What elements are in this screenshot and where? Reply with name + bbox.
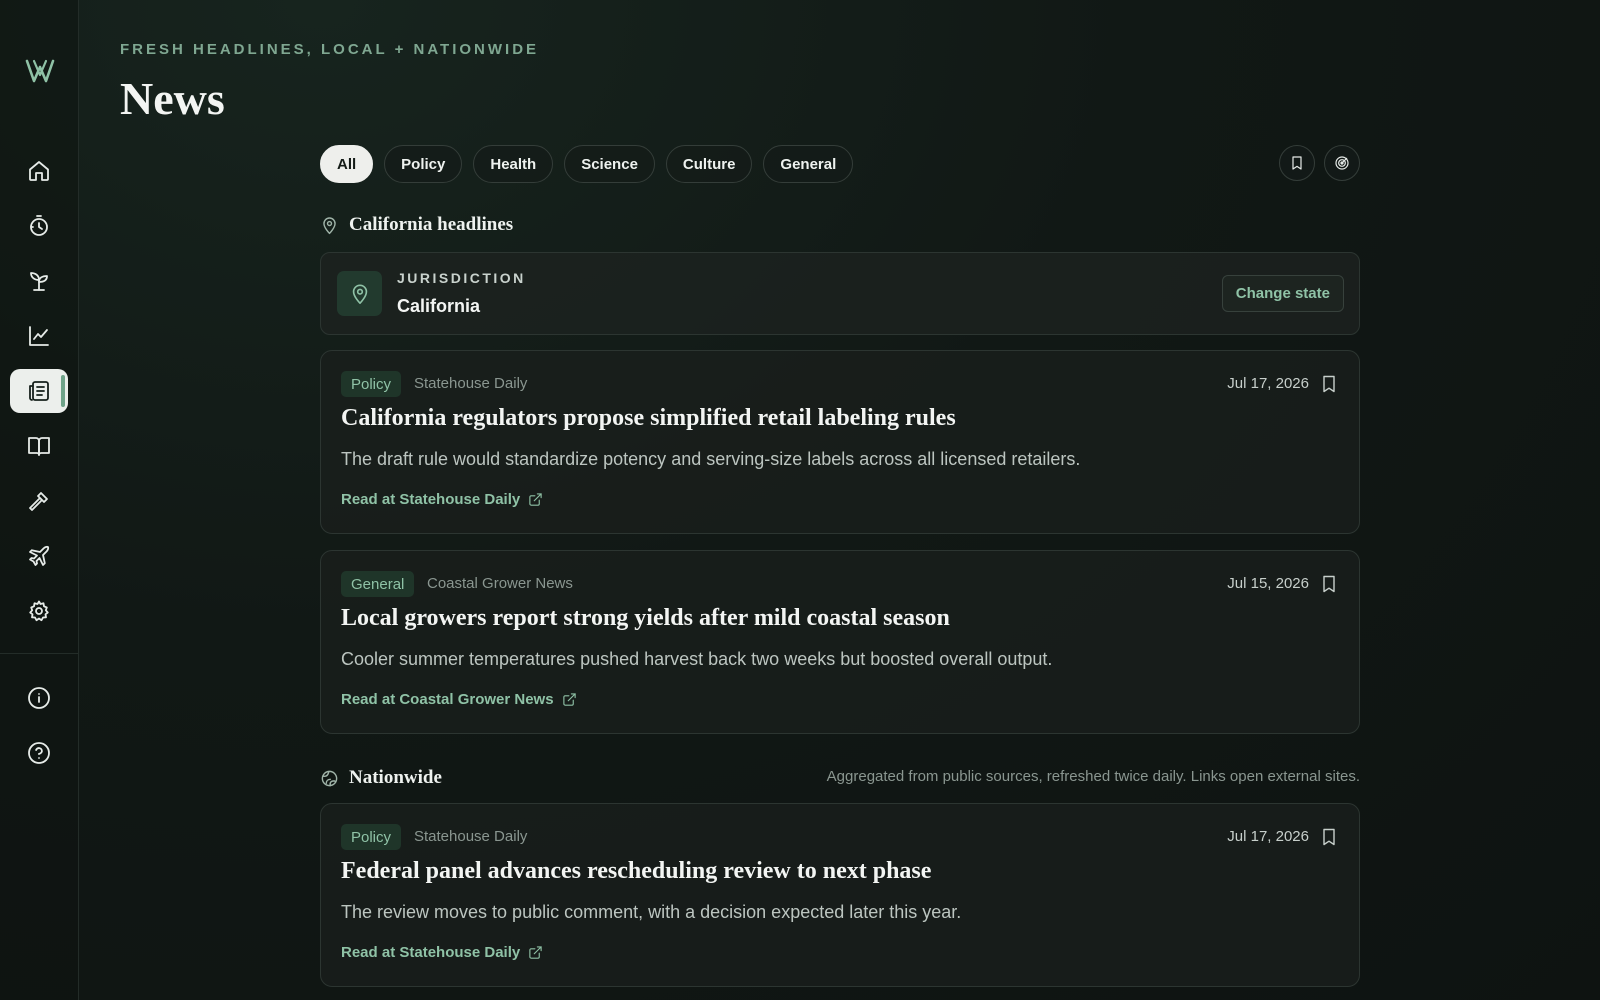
article-source: Statehouse Daily [414, 828, 528, 845]
external-link-icon [529, 493, 542, 506]
home-icon [29, 161, 49, 181]
info-icon [28, 687, 50, 709]
bookmark-icon [1323, 575, 1335, 593]
sidebar [0, 0, 79, 1000]
local-section-title: California headlines [349, 214, 514, 235]
help-icon [28, 742, 50, 764]
book-open-icon [28, 437, 50, 456]
globe-icon [321, 770, 338, 786]
bookmark-icon [1323, 375, 1335, 393]
newspaper-icon [29, 381, 49, 401]
article-card: Policy Statehouse Daily Jul 17, 2026 Fed… [320, 803, 1360, 987]
jurisdiction-value: California [397, 296, 481, 316]
sidebar-item-news[interactable] [10, 369, 68, 413]
article-summary: The draft rule would standardize potency… [341, 449, 1081, 469]
category-filters: All Policy Health Science Culture Genera… [320, 145, 854, 183]
sidebar-item-timer[interactable] [10, 204, 68, 248]
read-more-label: Read at Statehouse Daily [341, 491, 521, 508]
article-tag: Policy [341, 824, 402, 850]
chart-line-icon [29, 326, 49, 346]
bookmark-button[interactable] [1319, 574, 1339, 594]
article-source: Coastal Grower News [427, 575, 573, 592]
sidebar-item-info[interactable] [10, 676, 68, 720]
article-source: Statehouse Daily [414, 375, 528, 392]
bookmark-icon [1292, 156, 1302, 170]
article-card: Policy Statehouse Daily Jul 17, 2026 Cal… [320, 350, 1360, 534]
filter-chip-general[interactable]: General [763, 145, 854, 183]
article-date: Jul 17, 2026 [1227, 828, 1309, 845]
sidebar-divider [0, 653, 79, 654]
external-link-icon [562, 693, 576, 706]
article-summary: The review moves to public comment, with… [341, 902, 962, 922]
article-date: Jul 17, 2026 [1227, 375, 1309, 392]
sidebar-item-library[interactable] [10, 424, 68, 468]
external-link-icon [529, 946, 542, 959]
filter-chip-policy[interactable]: Policy [384, 145, 463, 183]
plane-icon [29, 545, 50, 566]
local-section-heading: California headlines [320, 214, 513, 236]
article-card: General Coastal Grower News Jul 15, 2026… [320, 550, 1360, 734]
saved-articles-button[interactable] [1279, 145, 1315, 181]
filter-chip-science[interactable]: Science [564, 145, 655, 183]
filter-chip-culture[interactable]: Culture [665, 145, 753, 183]
nationwide-section-heading: Nationwide [320, 767, 442, 789]
read-more-label: Read at Coastal Grower News [341, 691, 554, 708]
map-pin-icon [352, 283, 367, 304]
sidebar-item-settings[interactable] [10, 589, 68, 633]
article-headline[interactable]: California regulators propose simplified… [341, 405, 956, 432]
sidebar-item-travel[interactable] [10, 534, 68, 578]
article-headline[interactable]: Federal panel advances rescheduling revi… [341, 858, 931, 885]
jurisdiction-card: JURISDICTION California Change state [320, 252, 1360, 335]
gear-icon [29, 600, 49, 622]
map-pin-icon [323, 216, 336, 234]
sidebar-item-tools[interactable] [10, 479, 68, 523]
feed-sources-button[interactable] [1324, 145, 1360, 181]
logo-icon[interactable] [25, 58, 55, 84]
filter-chip-all[interactable]: All [320, 145, 374, 183]
article-tag: Policy [341, 371, 402, 397]
sprout-icon [30, 272, 48, 291]
read-more-link[interactable]: Read at Coastal Grower News [341, 691, 577, 708]
page-eyebrow: FRESH HEADLINES, LOCAL + NATIONWIDE [120, 41, 540, 58]
jurisdiction-label: JURISDICTION [397, 270, 526, 286]
bookmark-button[interactable] [1319, 374, 1339, 394]
radar-icon [1335, 156, 1349, 170]
article-date: Jul 15, 2026 [1227, 575, 1309, 592]
sidebar-item-home[interactable] [10, 149, 68, 193]
nationwide-note: Aggregated from public sources, refreshe… [826, 768, 1360, 785]
timer-icon [30, 215, 48, 236]
read-more-label: Read at Statehouse Daily [341, 944, 521, 961]
filter-chip-health[interactable]: Health [473, 145, 554, 183]
read-more-link[interactable]: Read at Statehouse Daily [341, 944, 543, 961]
sidebar-item-grow[interactable] [10, 259, 68, 303]
article-tag: General [341, 571, 415, 597]
sidebar-item-analytics[interactable] [10, 314, 68, 358]
bookmark-icon [1323, 828, 1335, 846]
nationwide-section-title: Nationwide [349, 767, 442, 788]
bookmark-button[interactable] [1319, 827, 1339, 847]
article-summary: Cooler summer temperatures pushed harves… [341, 649, 1053, 669]
page-title: News [120, 73, 225, 124]
read-more-link[interactable]: Read at Statehouse Daily [341, 491, 543, 508]
change-state-button[interactable]: Change state [1221, 275, 1344, 312]
hammer-icon [29, 492, 48, 511]
article-headline[interactable]: Local growers report strong yields after… [341, 605, 950, 632]
sidebar-item-help[interactable] [10, 731, 68, 775]
jurisdiction-icon-box [337, 271, 382, 316]
